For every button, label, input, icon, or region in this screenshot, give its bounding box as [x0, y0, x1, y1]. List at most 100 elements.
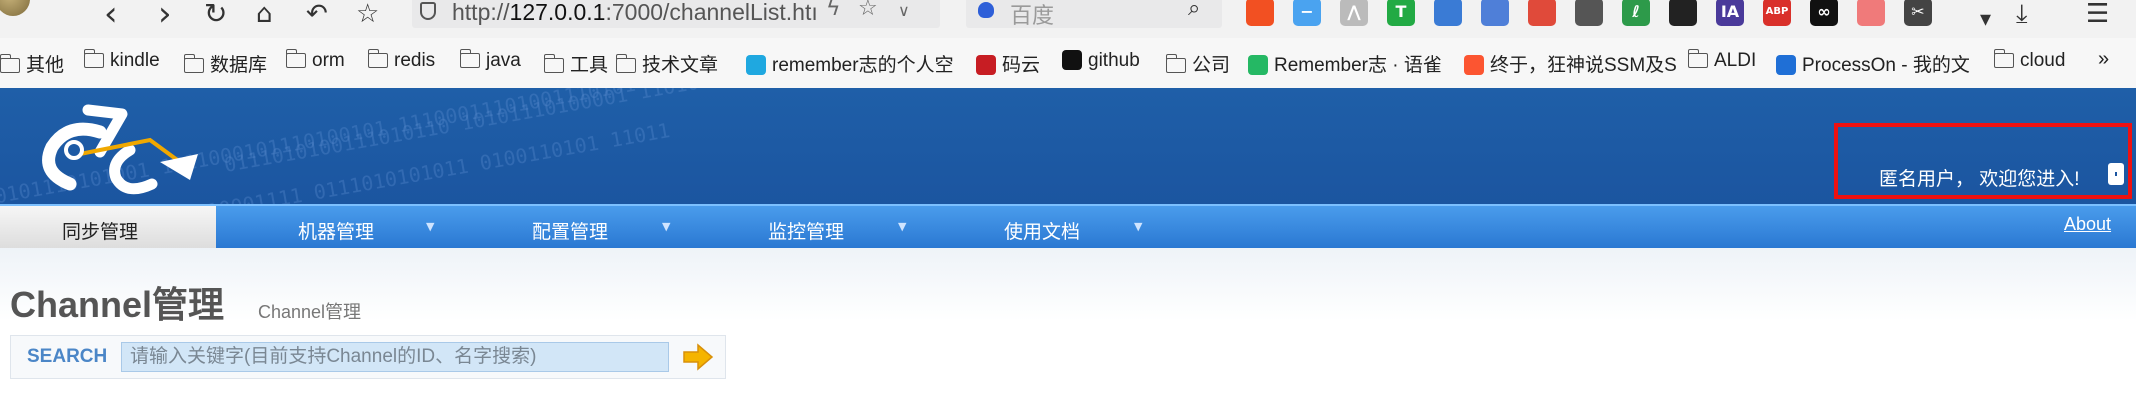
bookmark-label: redis — [394, 50, 436, 71]
bookmark-label: ALDI — [1714, 50, 1757, 71]
folder-icon — [367, 49, 388, 68]
reload-icon[interactable]: ↻ — [204, 0, 227, 32]
folder-icon — [543, 54, 564, 73]
yuque-icon — [1248, 55, 1268, 75]
url-host: 127.0.0.1 — [509, 0, 606, 25]
profile-avatar[interactable] — [0, 0, 30, 16]
site-header: 0101110101001 1011000101110100101 111000… — [0, 88, 2136, 204]
page-title: Channel管理 — [10, 284, 225, 325]
bookmark-item[interactable]: 码云 — [976, 50, 1040, 77]
address-bar[interactable]: http://127.0.0.1:7000/channelList.htı ϟ … — [412, 0, 940, 28]
diamond-icon[interactable] — [1481, 0, 1509, 26]
site-logo[interactable] — [30, 92, 205, 202]
bookmark-item[interactable]: 终于，狂神说SSM及S — [1464, 50, 1677, 77]
lightning-icon[interactable]: ϟ — [826, 0, 841, 21]
star-bookmark-icon[interactable]: ☆ — [356, 0, 379, 32]
processon-icon — [1776, 55, 1796, 75]
bookmark-label: remember志的个人空 — [772, 55, 954, 76]
page-content: Channel管理 Channel管理 SEARCH — [0, 248, 2136, 394]
menu-dropdown-caret-icon[interactable]: ▼ — [426, 220, 434, 233]
bookmark-label: cloud — [2020, 50, 2066, 71]
more-bookmarks-icon[interactable]: » — [2098, 48, 2109, 71]
abp-icon[interactable]: ABP — [1763, 0, 1791, 26]
folder-icon — [83, 49, 104, 68]
folder-icon — [459, 49, 480, 68]
a-logo-icon[interactable]: ⋀ — [1340, 0, 1368, 26]
bookmark-label: 数据库 — [210, 55, 268, 76]
bookmark-label: 码云 — [1002, 55, 1041, 76]
bookmark-item[interactable]: 技术文章 — [615, 50, 719, 77]
bookmark-label: github — [1088, 50, 1140, 71]
bookmark-item[interactable]: remember志的个人空 — [746, 50, 954, 77]
bookmark-label: 其他 — [26, 55, 65, 76]
menu-item[interactable]: 配置管理 — [532, 217, 608, 244]
bookmark-item[interactable]: ALDI — [1687, 49, 1757, 72]
menu-dropdown-caret-icon[interactable]: ▼ — [1134, 220, 1142, 233]
forward-icon[interactable]: › — [158, 0, 172, 32]
menu-item[interactable]: 同步管理 — [62, 217, 138, 244]
url-rest: :7000/channelList.htı — [605, 0, 818, 25]
github-icon — [1062, 50, 1082, 70]
breadcrumb: Channel管理 — [258, 302, 362, 322]
ghost-icon[interactable] — [1669, 0, 1697, 26]
bookmark-label: 技术文章 — [642, 55, 719, 76]
bookmark-item[interactable]: orm — [285, 49, 345, 72]
search-input[interactable] — [121, 342, 669, 372]
ia-icon[interactable]: IA — [1716, 0, 1744, 26]
back-icon[interactable]: ‹ — [104, 0, 118, 32]
bookmark-item[interactable]: 其他 — [0, 50, 64, 77]
menu-dropdown-caret-icon[interactable]: ▼ — [898, 220, 906, 233]
apps-icon[interactable] — [1575, 0, 1603, 26]
bookmark-item[interactable]: 公司 — [1165, 50, 1230, 77]
undo-icon[interactable]: ↶ — [306, 0, 328, 32]
bookmark-item[interactable]: 数据库 — [183, 50, 268, 77]
bookmark-label: 工具 — [570, 55, 609, 76]
bookmark-item[interactable]: github — [1062, 50, 1140, 72]
search-engine-placeholder: 百度 — [1010, 3, 1055, 28]
infinity-icon[interactable]: ∞ — [1810, 0, 1838, 26]
menu-icon[interactable]: ☰ — [2086, 0, 2109, 32]
about-link[interactable]: About — [2064, 214, 2111, 235]
folder-icon — [183, 54, 204, 73]
ring-icon[interactable] — [1857, 0, 1885, 26]
menu-item[interactable]: 监控管理 — [768, 217, 844, 244]
ms-grid-icon[interactable] — [1246, 0, 1274, 26]
chevron-down-icon[interactable]: ∨ — [898, 1, 910, 20]
bookmark-item[interactable]: ProcessOn - 我的文 — [1776, 50, 1970, 77]
address-url[interactable]: http://127.0.0.1:7000/channelList.htı — [452, 0, 818, 26]
bookmark-item[interactable]: cloud — [1993, 49, 2066, 72]
favorite-star-icon[interactable]: ☆ — [858, 0, 878, 21]
search-label: SEARCH — [27, 346, 108, 367]
logout-icon[interactable] — [2108, 163, 2124, 185]
menu-dropdown-caret-icon[interactable]: ▼ — [662, 220, 670, 233]
csdn-icon — [1464, 55, 1484, 75]
menu-item[interactable]: 使用文档 — [1004, 217, 1080, 244]
bookmark-label: orm — [312, 50, 345, 71]
baidu-paw-icon — [978, 2, 994, 18]
welcome-text: 匿名用户， 欢迎您进入! — [1879, 169, 2080, 190]
home-icon[interactable]: ⌂ — [256, 0, 273, 32]
bookmark-item[interactable]: java — [459, 49, 521, 72]
url-prefix: http:// — [452, 0, 510, 25]
download-icon[interactable]: ⤓ — [2016, 0, 2028, 32]
bilibili-icon — [746, 55, 766, 75]
t-green-icon[interactable]: T — [1387, 0, 1415, 26]
folder-icon — [1993, 49, 2014, 68]
cube-icon[interactable] — [1528, 0, 1556, 26]
bookmark-item[interactable]: 工具 — [543, 50, 609, 77]
bookmark-item[interactable]: redis — [367, 49, 436, 72]
search-go-arrow-icon[interactable] — [681, 342, 715, 372]
folder-icon — [285, 49, 306, 68]
globe-icon[interactable] — [1434, 0, 1462, 26]
scissors-icon[interactable]: ✂ — [1904, 0, 1932, 26]
search-engine-box[interactable]: 百度 ⌕ — [966, 0, 1222, 28]
bookmarks-bar: 其他 kindle 数据库 orm redis java 工具 技术文章 remember志的个… — [0, 38, 2136, 89]
leaf-icon[interactable]: ℓ — [1622, 0, 1650, 26]
bookmark-item[interactable]: Remember志 · 语雀 — [1248, 50, 1442, 77]
search-icon[interactable]: ⌕ — [1188, 0, 1200, 21]
bookmark-label: 终于，狂神说SSM及S — [1490, 55, 1677, 76]
dropdown-arrow-icon[interactable]: ▾ — [1980, 2, 1991, 38]
menu-item[interactable]: 机器管理 — [298, 217, 374, 244]
bookmark-item[interactable]: kindle — [83, 49, 160, 72]
minus-circle-icon[interactable]: − — [1293, 0, 1321, 26]
